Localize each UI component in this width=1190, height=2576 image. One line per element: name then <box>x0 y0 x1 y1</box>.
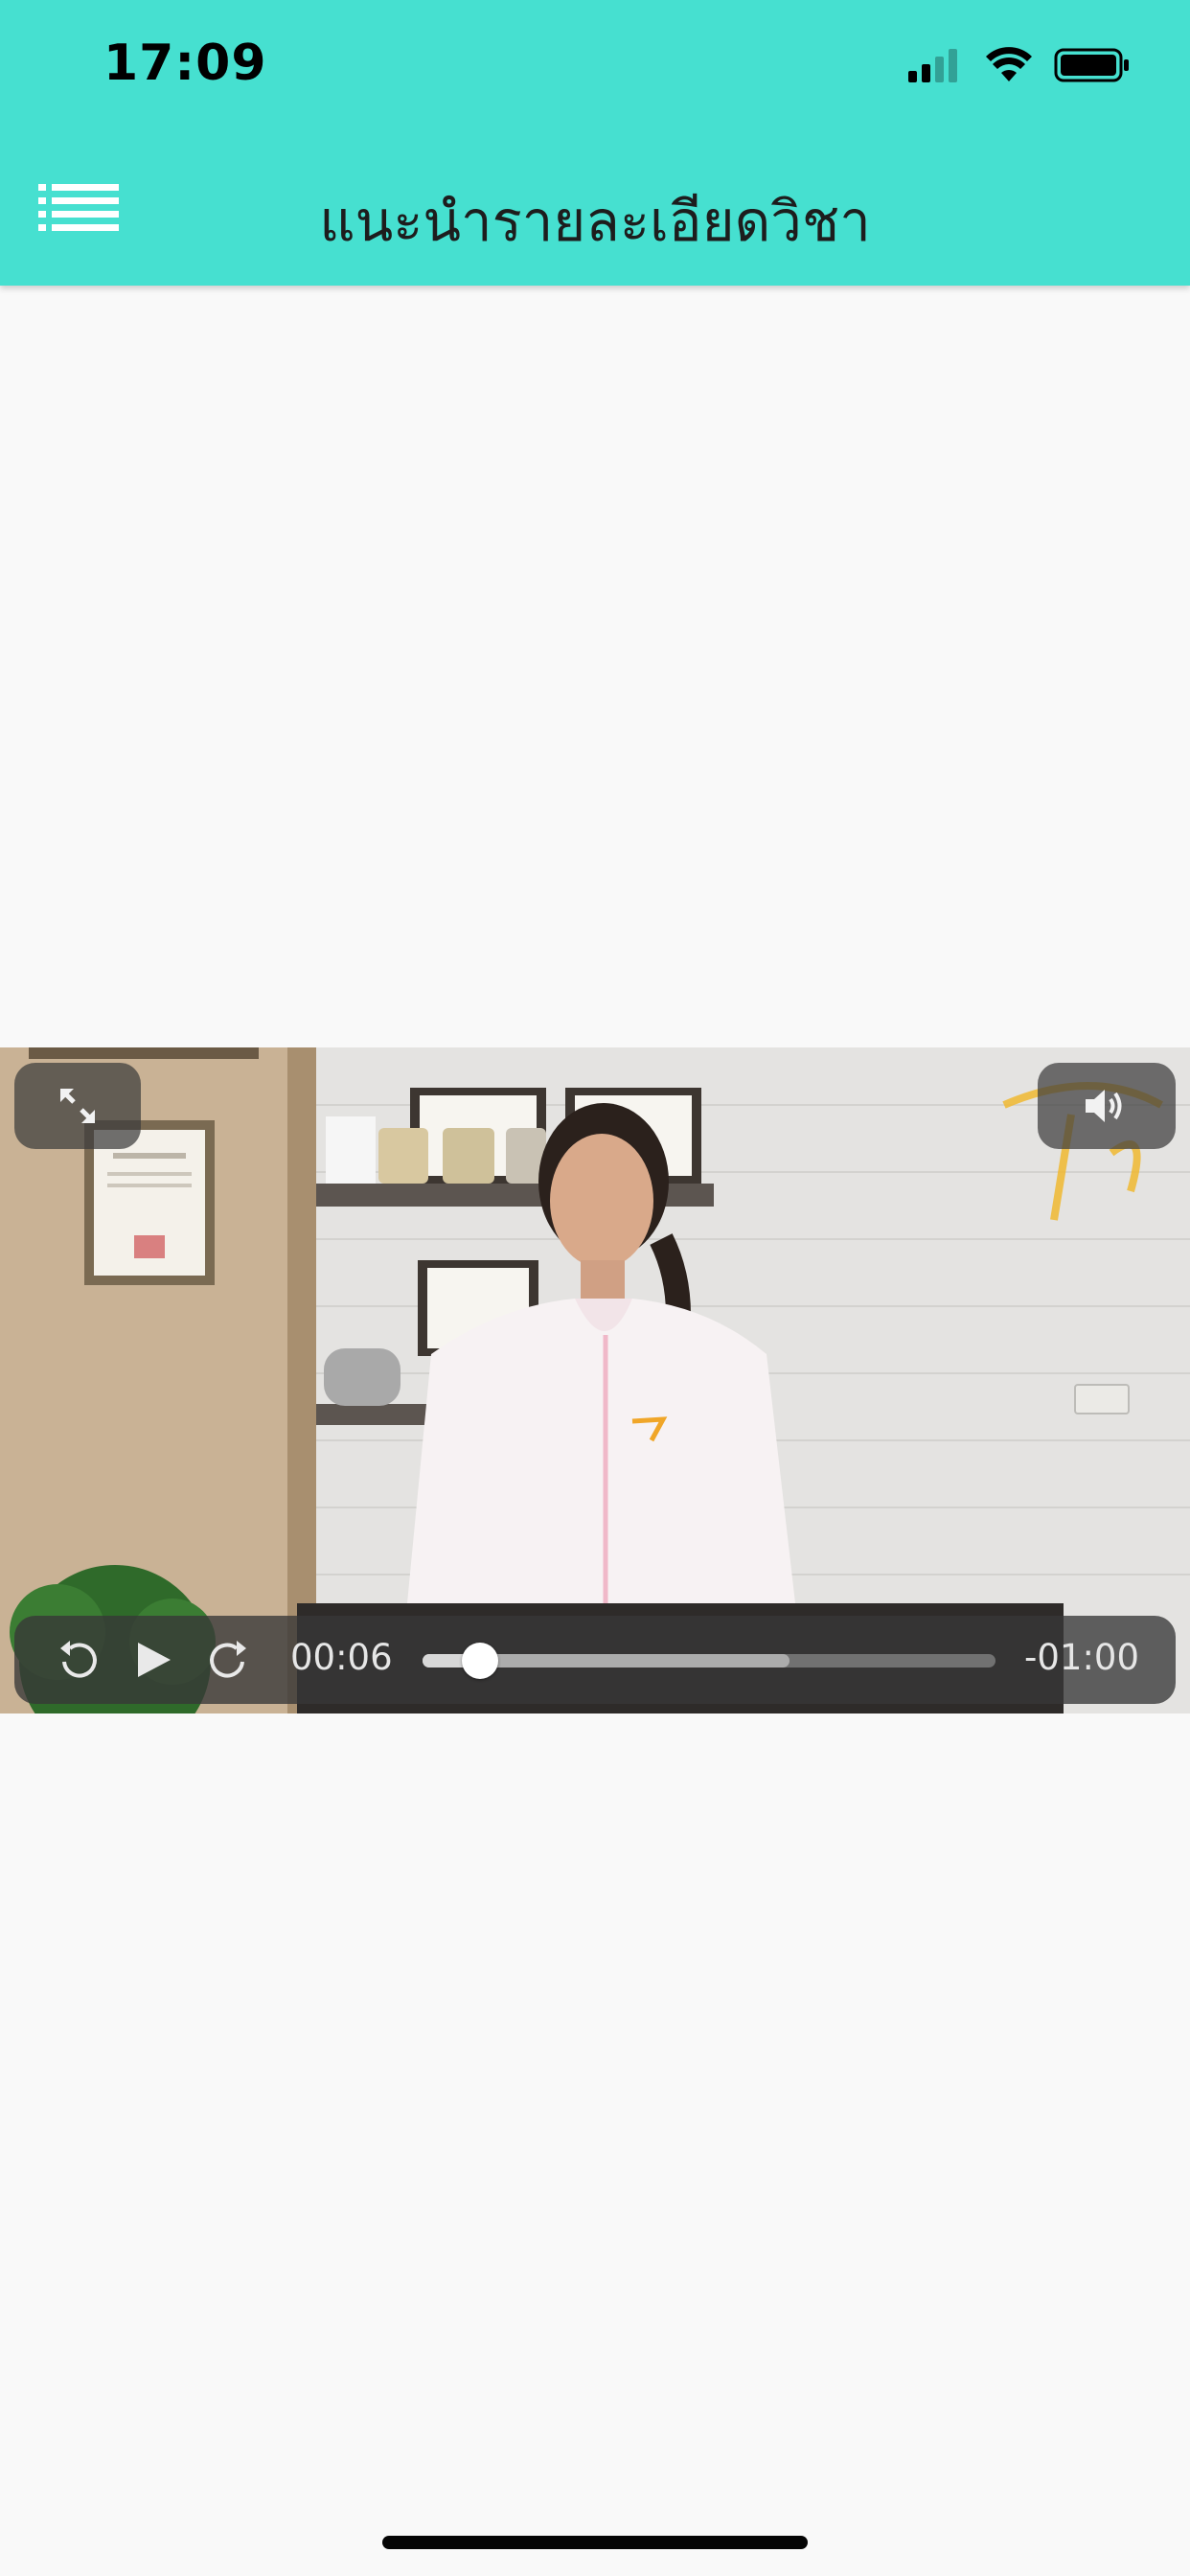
page-title: แนะนำรายละเอียดวิชา <box>319 189 871 254</box>
status-icons <box>908 44 1131 86</box>
status-time: 17:09 <box>103 34 267 92</box>
time-remaining: -01:00 <box>1024 1637 1139 1678</box>
video-frame <box>0 1047 1190 1714</box>
forward-icon <box>210 1641 246 1678</box>
volume-button[interactable] <box>1038 1063 1176 1149</box>
nav-bar: แนะนำรายละเอียดวิชา <box>0 163 1190 259</box>
volume-icon <box>1086 1090 1122 1122</box>
cellular-signal-icon <box>908 48 962 82</box>
rewind-button[interactable] <box>51 1633 104 1687</box>
progress-scrubber[interactable] <box>423 1643 995 1679</box>
time-elapsed: 00:06 <box>290 1637 393 1678</box>
rewind-icon <box>60 1641 97 1678</box>
app-header: 17:09 แนะนำรายละเอียดวิชา <box>0 0 1190 286</box>
fullscreen-icon <box>60 1089 95 1123</box>
playback-control-bar: 00:06 -01:00 <box>14 1616 1176 1704</box>
app-screen: 17:09 แนะนำรายละเอียดวิชา 00:06 -01:00 <box>0 0 1190 2576</box>
play-icon <box>138 1643 171 1677</box>
battery-icon <box>1054 48 1129 82</box>
scrubber-thumb[interactable] <box>461 1643 498 1679</box>
play-button[interactable] <box>126 1633 180 1687</box>
fullscreen-button[interactable] <box>14 1063 141 1149</box>
forward-button[interactable] <box>202 1633 256 1687</box>
wifi-icon <box>986 47 1032 81</box>
video-player[interactable]: 00:06 -01:00 <box>0 1047 1190 1714</box>
home-indicator <box>382 2536 808 2549</box>
